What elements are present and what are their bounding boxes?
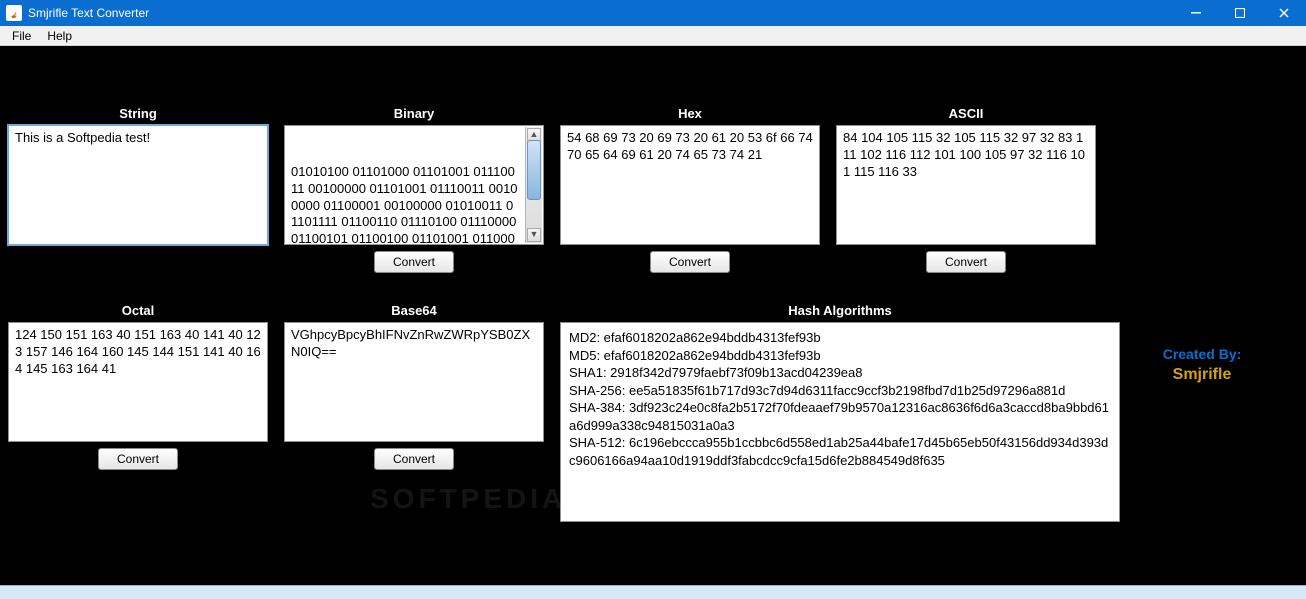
convert-button-binary[interactable]: Convert (374, 251, 454, 273)
java-icon (6, 5, 22, 21)
maximize-button[interactable] (1218, 0, 1262, 26)
convert-button-hex[interactable]: Convert (650, 251, 730, 273)
input-string[interactable]: This is a Softpedia test! (8, 125, 268, 245)
output-base64[interactable]: VGhpcyBpcyBhIFNvZnRwZWRpYSB0ZXN0IQ== (284, 322, 544, 442)
credit-author: Smjrifle (1122, 366, 1282, 384)
convert-button-base64[interactable]: Convert (374, 448, 454, 470)
convert-button-ascii[interactable]: Convert (926, 251, 1006, 273)
panel-binary: Binary 01010100 01101000 01101001 011100… (284, 106, 544, 273)
label-ascii: ASCII (836, 106, 1096, 121)
scroll-down-icon[interactable]: ▼ (527, 228, 541, 242)
scroll-thumb[interactable] (527, 140, 541, 200)
label-hex: Hex (560, 106, 820, 121)
app-window: Smjrifle Text Converter File Help String… (0, 0, 1306, 599)
panel-hash: Hash Algorithms MD2: efaf6018202a862e94b… (560, 303, 1120, 522)
panel-octal: Octal 124 150 151 163 40 151 163 40 141 … (8, 303, 268, 470)
credit-block: Created By: Smjrifle (1122, 346, 1282, 384)
menu-help[interactable]: Help (41, 28, 78, 44)
convert-button-octal[interactable]: Convert (98, 448, 178, 470)
minimize-button[interactable] (1174, 0, 1218, 26)
label-hash: Hash Algorithms (560, 303, 1120, 318)
label-base64: Base64 (284, 303, 544, 318)
output-octal[interactable]: 124 150 151 163 40 151 163 40 141 40 123… (8, 322, 268, 442)
status-bar (0, 585, 1306, 599)
output-binary[interactable]: 01010100 01101000 01101001 01110011 0010… (284, 125, 544, 245)
client-area: String This is a Softpedia test! Binary … (0, 46, 1306, 585)
credit-label: Created By: (1122, 346, 1282, 362)
output-ascii[interactable]: 84 104 105 115 32 105 115 32 97 32 83 11… (836, 125, 1096, 245)
panel-ascii: ASCII 84 104 105 115 32 105 115 32 97 32… (836, 106, 1096, 273)
output-hex[interactable]: 54 68 69 73 20 69 73 20 61 20 53 6f 66 7… (560, 125, 820, 245)
window-title: Smjrifle Text Converter (28, 6, 149, 20)
close-button[interactable] (1262, 0, 1306, 26)
titlebar: Smjrifle Text Converter (0, 0, 1306, 26)
output-hash[interactable]: MD2: efaf6018202a862e94bddb4313fef93b MD… (560, 322, 1120, 522)
panel-string: String This is a Softpedia test! (8, 106, 268, 245)
label-binary: Binary (284, 106, 544, 121)
label-octal: Octal (8, 303, 268, 318)
panel-base64: Base64 VGhpcyBpcyBhIFNvZnRwZWRpYSB0ZXN0I… (284, 303, 544, 470)
menubar: File Help (0, 26, 1306, 46)
menu-file[interactable]: File (6, 28, 37, 44)
output-binary-text: 01010100 01101000 01101001 01110011 0010… (291, 164, 537, 245)
label-string: String (8, 106, 268, 121)
panel-hex: Hex 54 68 69 73 20 69 73 20 61 20 53 6f … (560, 106, 820, 273)
